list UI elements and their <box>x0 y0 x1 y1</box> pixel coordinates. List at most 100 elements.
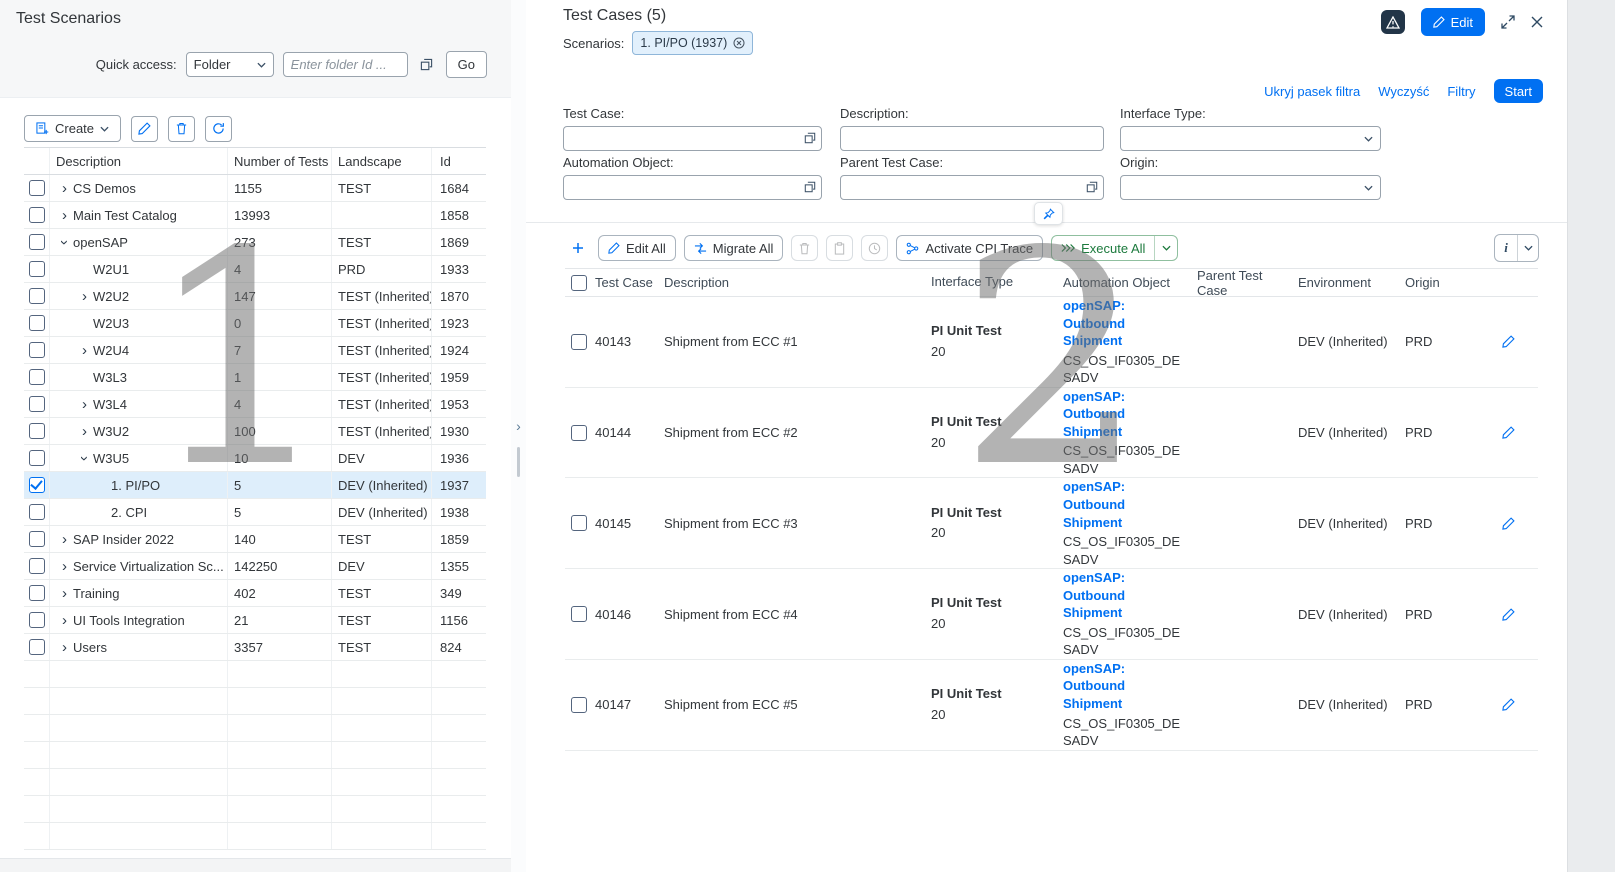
row-checkbox[interactable] <box>29 612 45 628</box>
automation-object-link[interactable]: openSAP: Outbound Shipment <box>1063 388 1185 441</box>
row-checkbox[interactable] <box>29 342 45 358</box>
row-checkbox[interactable] <box>29 207 45 223</box>
folder-id-input[interactable] <box>283 52 408 77</box>
row-checkbox[interactable] <box>571 606 587 622</box>
automation-object-link[interactable]: openSAP: Outbound Shipment <box>1063 569 1185 622</box>
expand-chevron-icon[interactable]: › <box>56 640 73 655</box>
table-row[interactable]: W3L3 1 TEST (Inherited) 1959 <box>24 364 486 391</box>
folder-type-select[interactable]: Folder <box>186 52 274 77</box>
execute-all-button[interactable]: Execute All <box>1051 235 1178 261</box>
filters-link[interactable]: Filtry <box>1447 84 1475 99</box>
automation-object-link[interactable]: openSAP: Outbound Shipment <box>1063 297 1185 350</box>
test-case-row[interactable]: 40146 Shipment from ECC #4 PI Unit Test2… <box>565 569 1538 660</box>
row-checkbox[interactable] <box>29 369 45 385</box>
col-description[interactable]: Description <box>664 275 931 290</box>
splitter-collapse-icon[interactable]: › <box>511 415 526 437</box>
row-checkbox[interactable] <box>29 558 45 574</box>
test-case-row[interactable]: 40147 Shipment from ECC #5 PI Unit Test2… <box>565 660 1538 751</box>
table-row[interactable]: ›UI Tools Integration 21 TEST 1156 <box>24 607 486 634</box>
table-row[interactable]: ›SAP Insider 2022 140 TEST 1859 <box>24 526 486 553</box>
table-row[interactable]: W2U1 4 PRD 1933 <box>24 256 486 283</box>
scenario-token[interactable]: 1. PI/PO (1937) <box>632 31 753 55</box>
row-checkbox[interactable] <box>571 515 587 531</box>
value-help-icon[interactable] <box>1086 181 1098 193</box>
select-all-checkbox[interactable] <box>571 275 587 291</box>
row-checkbox[interactable] <box>29 531 45 547</box>
table-row[interactable]: W2U3 0 TEST (Inherited) 1923 <box>24 310 486 337</box>
row-checkbox[interactable] <box>571 697 587 713</box>
value-help-icon[interactable] <box>804 132 816 144</box>
test-case-row[interactable]: 40144 Shipment from ECC #2 PI Unit Test2… <box>565 388 1538 479</box>
execute-all-menu-chevron[interactable] <box>1155 236 1177 260</box>
remove-token-icon[interactable] <box>733 37 745 49</box>
automation-object-filter-input[interactable] <box>564 176 821 199</box>
row-checkbox[interactable] <box>29 450 45 466</box>
value-help-icon[interactable] <box>417 54 437 76</box>
edit-button[interactable] <box>131 116 158 142</box>
interface-type-select[interactable] <box>1120 126 1381 151</box>
messages-warning-button[interactable] <box>1381 10 1405 34</box>
row-checkbox[interactable] <box>29 180 45 196</box>
collapse-chevron-icon[interactable]: › <box>77 450 92 467</box>
col-interface-type[interactable]: Interface Type <box>931 272 1063 293</box>
expand-chevron-icon[interactable]: › <box>56 586 73 601</box>
edit-all-button[interactable]: Edit All <box>598 235 676 261</box>
clear-link[interactable]: Wyczyść <box>1378 84 1429 99</box>
activate-cpi-trace-button[interactable]: Activate CPI Trace <box>896 235 1043 261</box>
expand-chevron-icon[interactable]: › <box>76 424 93 439</box>
parent-test-case-filter-input[interactable] <box>841 176 1103 199</box>
value-help-icon[interactable] <box>804 181 816 193</box>
migrate-all-button[interactable]: Migrate All <box>684 235 784 261</box>
edit-button[interactable]: Edit <box>1421 8 1485 36</box>
row-checkbox[interactable] <box>29 585 45 601</box>
table-row[interactable]: ›Main Test Catalog 13993 1858 <box>24 202 486 229</box>
refresh-button[interactable] <box>205 116 232 142</box>
pin-filter-bar-button[interactable] <box>1034 202 1063 225</box>
col-automation-object[interactable]: Automation Object <box>1063 275 1197 290</box>
table-row[interactable]: ›W2U4 7 TEST (Inherited) 1924 <box>24 337 486 364</box>
test-case-row[interactable]: 40143 Shipment from ECC #1 PI Unit Test2… <box>565 297 1538 388</box>
row-checkbox[interactable] <box>571 425 587 441</box>
row-checkbox[interactable] <box>29 639 45 655</box>
row-checkbox[interactable] <box>571 334 587 350</box>
test-case-filter-input[interactable] <box>564 127 821 150</box>
panel-splitter[interactable]: › <box>511 0 527 872</box>
horizontal-scrollbar[interactable] <box>0 858 511 872</box>
col-number-of-tests[interactable]: Number of Tests <box>228 148 332 174</box>
table-row[interactable]: ›openSAP 273 TEST 1869 <box>24 229 486 256</box>
edit-row-button[interactable] <box>1502 698 1515 711</box>
table-row[interactable]: 2. CPI 5 DEV (Inherited) 1938 <box>24 499 486 526</box>
start-button[interactable]: Start <box>1494 79 1543 103</box>
col-id[interactable]: Id <box>432 148 486 174</box>
col-test-case[interactable]: Test Case <box>595 275 664 290</box>
edit-row-button[interactable] <box>1502 335 1515 348</box>
collapse-chevron-icon[interactable]: › <box>57 234 72 251</box>
row-checkbox-checked[interactable] <box>29 477 45 493</box>
close-icon[interactable] <box>1531 16 1543 28</box>
delete-button[interactable] <box>168 116 195 142</box>
edit-row-button[interactable] <box>1502 517 1515 530</box>
table-row[interactable]: ›Service Virtualization Sc... 142250 DEV… <box>24 553 486 580</box>
row-checkbox[interactable] <box>29 261 45 277</box>
expand-chevron-icon[interactable]: › <box>76 343 93 358</box>
table-settings-button[interactable]: i <box>1494 234 1539 262</box>
add-test-case-button[interactable] <box>566 235 590 261</box>
col-landscape[interactable]: Landscape <box>332 148 432 174</box>
automation-object-link[interactable]: openSAP: Outbound Shipment <box>1063 478 1185 531</box>
table-row[interactable]: ›Training 402 TEST 349 <box>24 580 486 607</box>
expand-chevron-icon[interactable]: › <box>56 181 73 196</box>
expand-chevron-icon[interactable]: › <box>56 613 73 628</box>
table-row[interactable]: ›W3U5 10 DEV 1936 <box>24 445 486 472</box>
hide-filter-bar-link[interactable]: Ukryj pasek filtra <box>1264 84 1360 99</box>
table-row[interactable]: ›W2U2 147 TEST (Inherited) 1870 <box>24 283 486 310</box>
col-description[interactable]: Description <box>50 148 228 174</box>
table-row[interactable]: ›CS Demos 1155 TEST 1684 <box>24 175 486 202</box>
description-filter-input[interactable] <box>841 127 1103 150</box>
test-case-row[interactable]: 40145 Shipment from ECC #3 PI Unit Test2… <box>565 478 1538 569</box>
row-checkbox[interactable] <box>29 315 45 331</box>
table-row[interactable]: ›Users 3357 TEST 824 <box>24 634 486 661</box>
row-checkbox[interactable] <box>29 504 45 520</box>
fullscreen-icon[interactable] <box>1501 15 1515 29</box>
table-row-selected[interactable]: 1. PI/PO 5 DEV (Inherited) 1937 <box>24 472 486 499</box>
row-checkbox[interactable] <box>29 234 45 250</box>
